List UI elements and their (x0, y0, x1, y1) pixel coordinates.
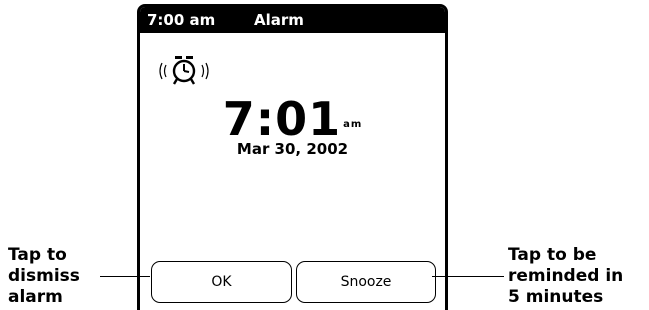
callout-line: Tap to (8, 245, 67, 265)
alarm-time: 7:01 am (140, 95, 445, 143)
header-time: 7:00 am (147, 11, 216, 29)
snooze-button[interactable]: Snooze (296, 261, 436, 303)
callout-line: alarm (8, 287, 63, 307)
alarm-dialog: 7:00 am Alarm 7:01 am Mar 30, 2002 OK Sno… (137, 4, 448, 310)
dialog-title: Alarm (254, 11, 304, 29)
alarm-ampm: am (343, 119, 363, 130)
snooze-callout: Tap to be reminded in 5 minutes (508, 245, 648, 308)
callout-line: reminded in (508, 266, 624, 286)
snooze-leader-line (432, 276, 504, 277)
alarm-time-value: 7:01 (222, 92, 342, 146)
callout-line: Tap to be (508, 245, 597, 265)
title-bar: 7:00 am Alarm (140, 7, 445, 33)
ok-button[interactable]: OK (151, 261, 292, 303)
alarm-date: Mar 30, 2002 (236, 140, 349, 158)
dismiss-leader-line (100, 276, 150, 277)
callout-line: 5 minutes (508, 287, 604, 307)
alarm-clock-icon (159, 56, 209, 85)
